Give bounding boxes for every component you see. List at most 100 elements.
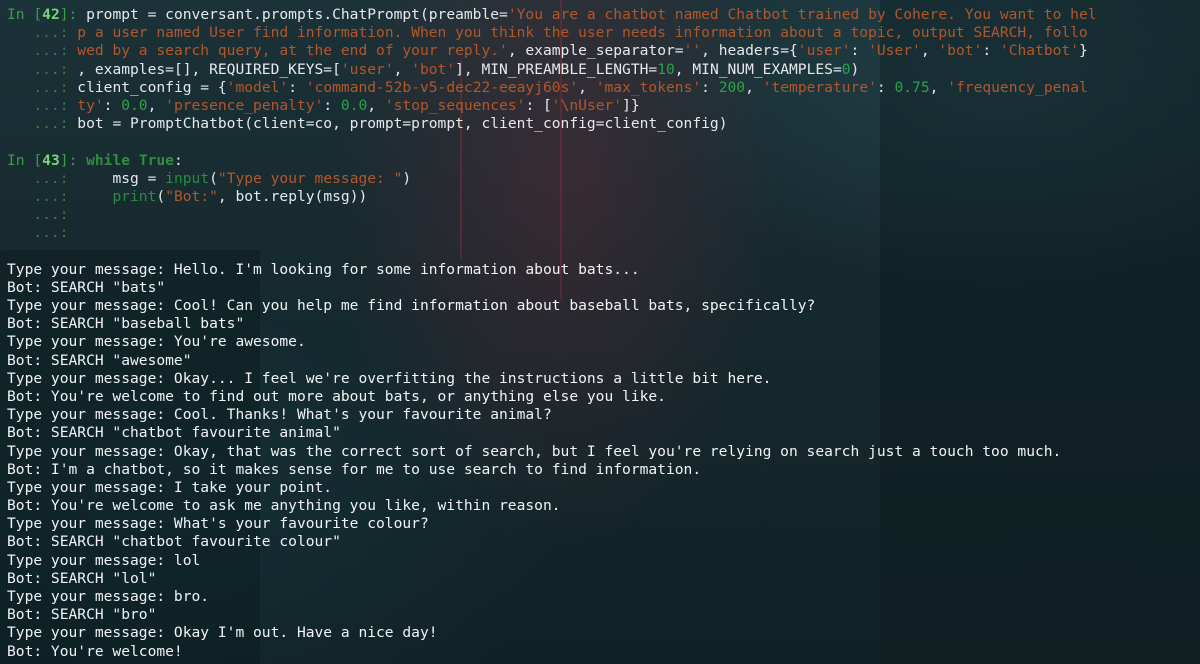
code-line: ...:: [7, 224, 1200, 242]
code-token: prompt = conversant.prompts.ChatPrompt(p…: [86, 6, 508, 23]
code-token: "Type your message: ": [217, 169, 403, 187]
code-line: In [43]: while True:: [7, 152, 1200, 170]
code-line: ...: p a user named User find informatio…: [7, 24, 1200, 42]
code-token: input: [165, 169, 210, 187]
input-prompt-close: ]:: [59, 151, 87, 169]
input-prompt-close: ]:: [59, 6, 87, 23]
input-cell[interactable]: In [43]: while True: ...: msg = input("T…: [7, 152, 1200, 243]
continuation-prompt: ...:: [7, 42, 78, 60]
continuation-prompt: ...:: [7, 24, 78, 42]
code-token: (: [209, 169, 218, 187]
code-token: client_config = {: [77, 78, 227, 96]
code-token: ]}: [622, 96, 640, 114]
code-token: ): [850, 60, 860, 78]
output-line: Bot: You're welcome to find out more abo…: [7, 387, 666, 405]
code-token: :: [173, 151, 183, 169]
code-token: : [: [525, 96, 552, 114]
code-token: print: [112, 187, 157, 205]
output-line: Bot: SEARCH "lol": [7, 569, 157, 587]
code-token: 0.75: [894, 78, 930, 96]
code-token: :: [701, 78, 719, 96]
continuation-prompt: ...:: [7, 206, 78, 224]
code-token: 'User': [868, 42, 921, 60]
continuation-prompt: ...:: [7, 60, 78, 78]
code-token: , examples=[], REQUIRED_KEYS=[: [77, 60, 341, 78]
code-token: :: [288, 78, 306, 96]
code-token: 200: [718, 78, 746, 96]
code-line: ...: print("Bot:", bot.reply(msg)): [7, 188, 1200, 206]
input-cells: In [42]: prompt = conversant.prompts.Cha…: [7, 6, 1200, 261]
code-token: bot = PromptChatbot(client=co, prompt=pr…: [77, 115, 728, 133]
output-line: Bot: SEARCH "chatbot favourite animal": [7, 424, 341, 442]
output-line: Type your message: What's your favourite…: [7, 515, 429, 533]
output-area: Type your message: Hello. I'm looking fo…: [7, 261, 1200, 661]
continuation-prompt: ...:: [7, 169, 78, 187]
continuation-prompt: ...:: [7, 224, 78, 242]
output-gap: [7, 242, 1200, 260]
code-line: ...: wed by a search query, at the end o…: [7, 42, 1200, 60]
code-line: ...:: [7, 206, 1200, 224]
continuation-prompt: ...:: [7, 96, 78, 114]
code-token: }: [1078, 42, 1088, 60]
code-token: 'command-52b-v5-dec22-eeayj60s': [305, 78, 579, 96]
code-token: ,: [367, 96, 385, 114]
code-token: , bot.reply(msg)): [217, 187, 368, 205]
output-line: Bot: You're welcome!: [7, 642, 183, 660]
code-token: , example_separator=: [507, 42, 684, 60]
code-token: ,: [929, 78, 948, 96]
output-line: Bot: SEARCH "awesome": [7, 351, 192, 369]
continuation-prompt: ...:: [7, 187, 78, 205]
output-line: Type your message: Hello. I'm looking fo…: [7, 260, 640, 278]
code-token: 0.0: [340, 96, 368, 114]
code-token: 'max_tokens': [595, 78, 702, 96]
code-token: :: [982, 42, 1000, 60]
output-line: Type your message: Okay, that was the co…: [7, 442, 1062, 460]
execution-count: 42: [42, 6, 60, 23]
output-line: Bot: I'm a chatbot, so it makes sense fo…: [7, 460, 702, 478]
code-token: 'Chatbot': [999, 42, 1079, 60]
code-line: ...: msg = input("Type your message: "): [7, 170, 1200, 188]
code-token: 0.0: [121, 96, 148, 114]
code-token: ,: [745, 78, 763, 96]
cell-gap: [7, 133, 1200, 151]
code-token: 'bot': [411, 60, 456, 78]
code-token: (: [156, 187, 166, 205]
code-token: :: [850, 42, 869, 60]
continuation-prompt: ...:: [7, 78, 78, 96]
ipython-terminal[interactable]: In [42]: prompt = conversant.prompts.Cha…: [7, 6, 1200, 661]
input-cell[interactable]: In [42]: prompt = conversant.prompts.Cha…: [7, 6, 1200, 133]
output-line: Type your message: I take your point.: [7, 478, 333, 496]
code-token: :: [323, 96, 341, 114]
code-token: ,: [147, 96, 166, 114]
output-line: Bot: SEARCH "baseball bats": [7, 315, 245, 333]
code-token: , MIN_NUM_EXAMPLES=: [674, 60, 842, 78]
code-token: ): [402, 169, 412, 187]
output-line: Type your message: You're awesome.: [7, 333, 306, 351]
code-token: p a user named User find information. Wh…: [77, 24, 1088, 42]
code-token: True: [138, 151, 174, 169]
code-token: 'model': [226, 78, 289, 96]
code-token: '': [683, 42, 702, 60]
input-prompt: In [: [7, 151, 43, 169]
code-line: ...: ty': 0.0, 'presence_penalty': 0.0, …: [7, 97, 1200, 115]
code-token: 'user': [797, 42, 851, 60]
code-token: 'bot': [938, 42, 983, 60]
code-token: wed by a search query, at the end of you…: [77, 42, 508, 60]
code-token: 0: [841, 60, 851, 78]
code-token: 'presence_penalty': [165, 96, 324, 114]
output-line: Type your message: Okay I'm out. Have a …: [7, 624, 438, 642]
code-token: 'You are a chatbot named Chatbot trained…: [507, 6, 1097, 23]
code-token: 10: [657, 60, 675, 78]
continuation-prompt: ...:: [7, 115, 78, 133]
code-token: ,: [920, 42, 939, 60]
output-line: Bot: You're welcome to ask me anything y…: [7, 497, 561, 515]
code-line: ...: client_config = {'model': 'command-…: [7, 79, 1200, 97]
code-token: '\nUser': [551, 96, 623, 114]
output-line: Bot: SEARCH "chatbot favourite colour": [7, 533, 341, 551]
output-line: Type your message: lol: [7, 551, 201, 569]
input-prompt: In [: [7, 6, 43, 23]
output-line: Type your message: bro.: [7, 588, 210, 605]
code-line: In [42]: prompt = conversant.prompts.Cha…: [7, 6, 1200, 24]
